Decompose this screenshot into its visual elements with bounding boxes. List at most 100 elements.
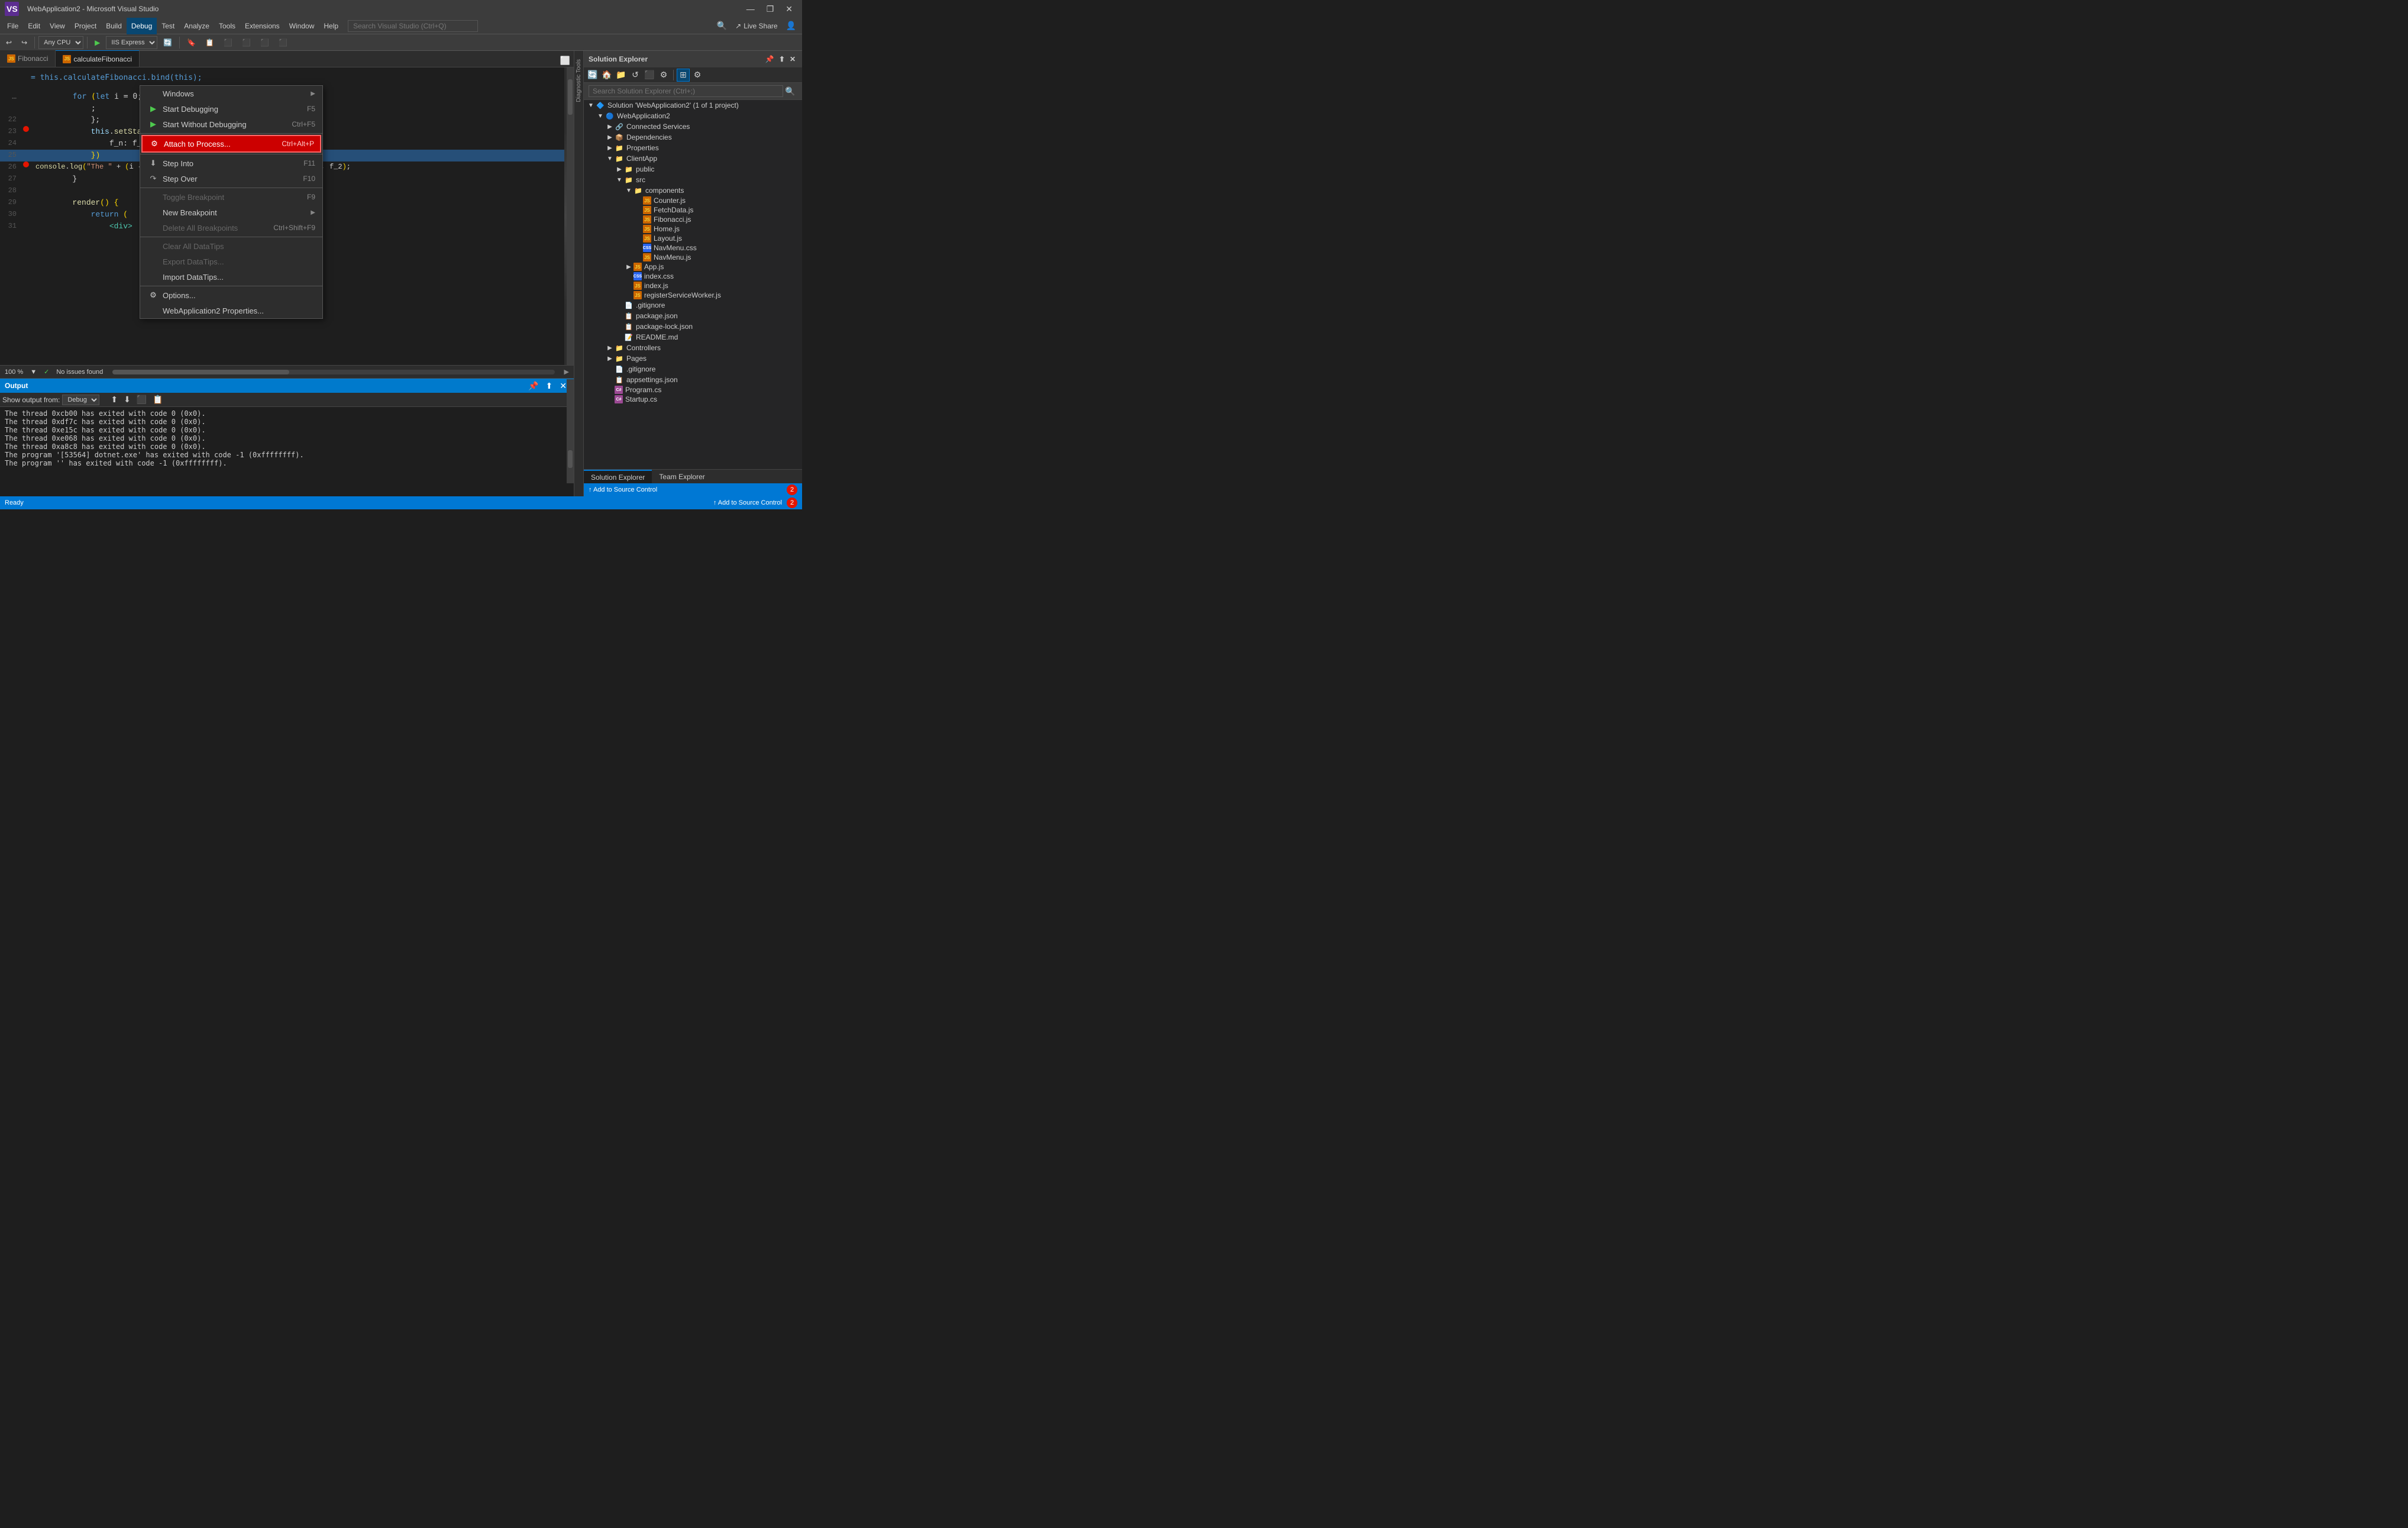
se-item-startupcs[interactable]: C# Startup.cs xyxy=(584,395,802,404)
se-close-btn[interactable]: ✕ xyxy=(788,54,797,64)
se-pin-btn[interactable]: 📌 xyxy=(764,54,776,64)
search-input[interactable] xyxy=(348,20,478,32)
menu-item-help[interactable]: Help xyxy=(319,18,343,34)
se-btn-filter[interactable]: ⬛ xyxy=(643,69,656,82)
se-btn-folder[interactable]: 📁 xyxy=(615,69,628,82)
search-icon[interactable]: 🔍 xyxy=(713,20,731,32)
menu-item-test[interactable]: Test xyxy=(157,18,179,34)
debug-menu-item-step-over[interactable]: ↷ Step Over F10 xyxy=(140,171,322,186)
se-item-programcs[interactable]: C# Program.cs xyxy=(584,385,802,395)
se-item-clientapp[interactable]: ▼ 📁 ClientApp xyxy=(584,153,802,164)
debug-menu-item-new-bp[interactable]: New Breakpoint ▶ xyxy=(140,205,322,220)
se-item-solution[interactable]: ▼ 🔷 Solution 'WebApplication2' (1 of 1 p… xyxy=(584,100,802,111)
menu-item-file[interactable]: File xyxy=(2,18,23,34)
se-item-components[interactable]: ▼ 📁 components xyxy=(584,185,802,196)
output-btn-3[interactable]: ⬛ xyxy=(135,394,148,405)
editor-scrollbar-thumb[interactable] xyxy=(568,79,573,115)
editor-scrollbar[interactable] xyxy=(567,67,574,365)
se-btn-settings[interactable]: ⚙ xyxy=(657,69,670,82)
se-btn-refresh[interactable]: ↺ xyxy=(629,69,642,82)
se-item-fibonacci[interactable]: JS Fibonacci.js xyxy=(584,215,802,224)
se-item-connected-services[interactable]: ▶ 🔗 Connected Services xyxy=(584,121,802,132)
debug-menu-item-import-datatips[interactable]: Import DataTips... xyxy=(140,269,322,285)
se-item-navmenujs[interactable]: JS NavMenu.js xyxy=(584,253,802,262)
debug-menu-item-start-debugging[interactable]: ▶ Start Debugging F5 xyxy=(140,101,322,117)
add-source-control-status[interactable]: ↑ Add to Source Control xyxy=(713,499,782,506)
se-tab-solution-explorer[interactable]: Solution Explorer xyxy=(584,470,652,483)
menu-item-edit[interactable]: Edit xyxy=(23,18,45,34)
new-vertical-tab-group-icon[interactable]: ⬜ xyxy=(557,54,574,67)
se-item-gitignore-clientapp[interactable]: 📄 .gitignore xyxy=(584,300,802,311)
se-item-counter[interactable]: JS Counter.js xyxy=(584,196,802,205)
se-item-properties[interactable]: ▶ 📁 Properties xyxy=(584,143,802,153)
se-item-rsw[interactable]: JS registerServiceWorker.js xyxy=(584,290,802,300)
se-item-src[interactable]: ▼ 📁 src xyxy=(584,175,802,185)
se-tab-team-explorer[interactable]: Team Explorer xyxy=(652,470,712,483)
debug-menu-item-wa2-props[interactable]: WebApplication2 Properties... xyxy=(140,303,322,318)
scroll-right-btn[interactable]: ▶ xyxy=(564,368,569,376)
toolbar-icon-1[interactable]: 🔖 xyxy=(183,37,199,48)
tab-fibonacci[interactable]: JS Fibonacci xyxy=(0,50,56,67)
toolbar-redo-btn[interactable]: ↪ xyxy=(18,37,31,48)
debug-menu-item-attach-to-process[interactable]: ⚙ Attach to Process... Ctrl+Alt+P xyxy=(141,135,321,153)
se-item-pages[interactable]: ▶ 📁 Pages xyxy=(584,353,802,364)
menu-item-extensions[interactable]: Extensions xyxy=(240,18,285,34)
debug-menu-item-options[interactable]: ⚙ Options... xyxy=(140,287,322,303)
tab-calculatefibonacci[interactable]: JS calculateFibonacci xyxy=(56,50,140,67)
horiz-scrollbar[interactable] xyxy=(112,370,554,374)
se-item-indexjs[interactable]: JS index.js xyxy=(584,281,802,290)
se-item-fetchdata[interactable]: JS FetchData.js xyxy=(584,205,802,215)
se-item-packagejson[interactable]: 📋 package.json xyxy=(584,311,802,321)
line-bp-26[interactable] xyxy=(21,161,31,167)
toolbar-icon-6[interactable]: ⬛ xyxy=(275,37,291,48)
output-float-btn[interactable]: ⬆ xyxy=(544,380,555,392)
output-pin-btn[interactable]: 📌 xyxy=(526,380,541,392)
se-item-dependencies[interactable]: ▶ 📦 Dependencies xyxy=(584,132,802,143)
toolbar-icon-4[interactable]: ⬛ xyxy=(238,37,254,48)
restore-button[interactable]: ❐ xyxy=(762,3,779,15)
se-float-btn[interactable]: ⬆ xyxy=(777,54,787,64)
se-item-indexcss[interactable]: CSS index.css xyxy=(584,272,802,281)
se-item-home[interactable]: JS Home.js xyxy=(584,224,802,234)
menu-item-build[interactable]: Build xyxy=(101,18,127,34)
toolbar-undo-btn[interactable]: ↩ xyxy=(2,37,15,48)
se-btn-home[interactable]: 🏠 xyxy=(600,69,613,82)
output-btn-4[interactable]: 📋 xyxy=(151,394,164,405)
server-select[interactable]: IIS Express xyxy=(106,36,157,49)
menu-item-debug[interactable]: Debug xyxy=(127,18,157,34)
se-btn-grid[interactable]: ⊞ xyxy=(677,69,690,82)
add-source-control-label[interactable]: ↑ Add to Source Control xyxy=(589,486,657,493)
se-item-readme[interactable]: 📝 README.md xyxy=(584,332,802,343)
diagnostic-tools-label[interactable]: Diagnostic Tools xyxy=(576,59,582,102)
liveshare-button[interactable]: ↗ Live Share xyxy=(731,21,782,31)
se-item-layout[interactable]: JS Layout.js xyxy=(584,234,802,243)
debug-menu-item-start-no-debug[interactable]: ▶ Start Without Debugging Ctrl+F5 xyxy=(140,117,322,132)
status-notif-badge[interactable]: 2 xyxy=(787,498,797,508)
run-btn[interactable]: ▶ xyxy=(91,37,104,48)
se-item-appjs[interactable]: ▶ JS App.js xyxy=(584,262,802,272)
menu-item-analyze[interactable]: Analyze xyxy=(179,18,214,34)
se-item-appsettings[interactable]: 📋 appsettings.json xyxy=(584,374,802,385)
line-bp-23[interactable] xyxy=(21,126,31,132)
minimize-button[interactable]: — xyxy=(742,3,759,15)
toolbar-icon-3[interactable]: ⬛ xyxy=(220,37,236,48)
output-btn-1[interactable]: ⬆ xyxy=(109,394,119,405)
output-btn-2[interactable]: ⬇ xyxy=(122,394,132,405)
account-icon[interactable]: 👤 xyxy=(783,20,800,32)
debug-menu-item-windows[interactable]: Windows ▶ xyxy=(140,86,322,101)
refresh-btn[interactable]: 🔄 xyxy=(160,37,176,48)
output-scrollbar[interactable] xyxy=(567,379,574,483)
se-item-project[interactable]: ▼ 🔵 WebApplication2 xyxy=(584,111,802,121)
config-select[interactable]: Any CPU xyxy=(38,36,83,49)
output-source-select[interactable]: Debug xyxy=(62,395,99,405)
menu-item-view[interactable]: View xyxy=(45,18,70,34)
se-btn-sync[interactable]: 🔄 xyxy=(586,69,599,82)
toolbar-icon-2[interactable]: 📋 xyxy=(202,37,218,48)
zoom-level[interactable]: 100 % xyxy=(5,369,23,376)
se-item-public[interactable]: ▶ 📁 public xyxy=(584,164,802,175)
se-item-controllers[interactable]: ▶ 📁 Controllers xyxy=(584,343,802,353)
se-search-icon[interactable]: 🔍 xyxy=(783,86,797,97)
se-item-gitignore-root[interactable]: 📄 .gitignore xyxy=(584,364,802,374)
se-item-navmenucss[interactable]: CSS NavMenu.css xyxy=(584,243,802,253)
se-item-packagelockjson[interactable]: 📋 package-lock.json xyxy=(584,321,802,332)
